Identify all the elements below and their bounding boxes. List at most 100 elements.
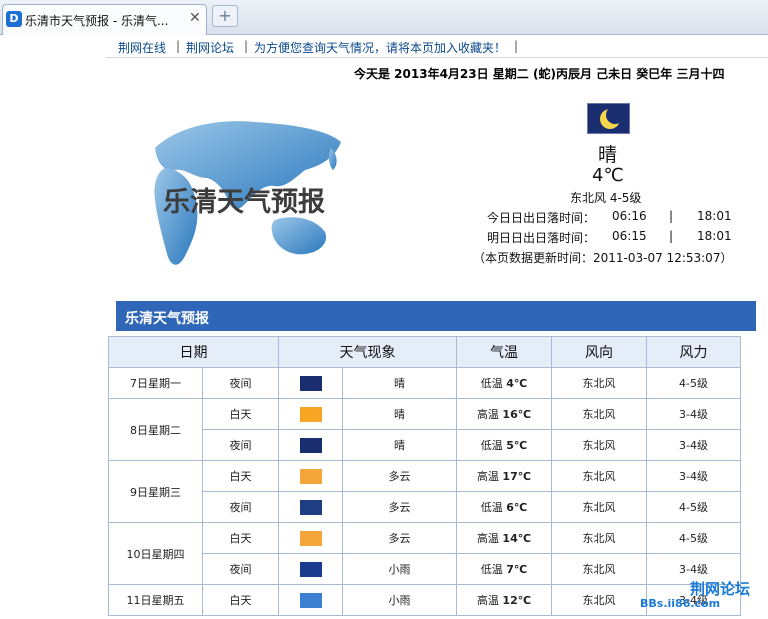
weather-cell: 多云 [342, 491, 457, 523]
temp-cell: 高温 14℃ [456, 522, 552, 554]
table-row: 9日星期三 白天 多云 高温 17℃ 东北风 3-4级 [108, 460, 741, 523]
wind-dir-cell: 东北风 [551, 398, 647, 430]
browser-tab-bar: D 乐清市天气预报 - 乐清气... ✕ + [0, 0, 768, 35]
rain-day-icon [299, 592, 322, 608]
link-separator: | [176, 39, 181, 53]
today-sun-label: 今日日出日落时间： [487, 211, 596, 225]
period-cell: 白天 [202, 584, 279, 616]
tomorrow-sun-label: 明日日出日落时间： [487, 231, 596, 245]
table-header-row: 日期 天气现象 气温 风向 风力 [108, 336, 741, 368]
map-title: 乐清天气预报 [163, 187, 325, 218]
temp-label: 低温 [480, 377, 503, 390]
link-forum[interactable]: 荆网论坛 [186, 39, 234, 56]
weather-icon-cell [278, 429, 343, 461]
weather-icon-cell [278, 367, 343, 399]
wind-force-cell: 4-5级 [646, 491, 741, 523]
date-line: 今天是 2013年4月23日 星期二 (蛇)丙辰月 己未日 癸巳年 三月十四 [354, 67, 725, 81]
section-title: 乐清天气预报 [125, 311, 209, 327]
temp-value: 14℃ [502, 532, 532, 545]
tomorrow-sunrise: 06:15 [612, 229, 647, 243]
weather-icon-cell [278, 398, 343, 430]
wind-force-cell: 3-4级 [646, 460, 741, 492]
today-sun-times: 今日日出日落时间： 06:16 | 18:01 [487, 209, 732, 226]
today-sunrise: 06:16 [612, 209, 647, 223]
header-wind-force: 风力 [646, 336, 741, 368]
watermark-brand: 荆网论坛 [690, 580, 751, 598]
forecast-section-header: 乐清天气预报 [116, 301, 756, 331]
today-sun-separator: | [669, 209, 674, 223]
link-separator: | [514, 39, 519, 53]
period-cell: 夜间 [202, 491, 279, 523]
weather-cell: 晴 [342, 367, 457, 399]
period-cell: 白天 [202, 460, 279, 492]
wind-dir-cell: 东北风 [551, 584, 647, 616]
wind-force-cell: 3-4级 [646, 398, 741, 430]
period-cell: 白天 [202, 398, 279, 430]
table-row: 8日星期二 白天 晴 高温 16℃ 东北风 3-4级 [108, 398, 741, 461]
table-row: 10日星期四 白天 多云 高温 14℃ 东北风 4-5级 [108, 522, 741, 585]
browser-tab[interactable]: D 乐清市天气预报 - 乐清气... ✕ [2, 4, 207, 35]
period-cell: 白天 [202, 522, 279, 554]
temp-value: 7℃ [506, 563, 528, 576]
wind-dir-cell: 东北风 [551, 460, 647, 492]
wind-force-cell: 4-5级 [646, 522, 741, 554]
tomorrow-sunset: 18:01 [697, 229, 732, 243]
header-wind-dir: 风向 [551, 336, 647, 368]
date-cell: 9日星期三 [108, 460, 203, 523]
site-favicon-icon: D [6, 11, 22, 27]
sun-icon [299, 406, 322, 422]
period-cell: 夜间 [202, 367, 279, 399]
temp-cell: 高温 12℃ [456, 584, 552, 616]
temp-label: 高温 [476, 594, 499, 607]
date-cell: 10日星期四 [108, 522, 203, 585]
new-tab-button[interactable]: + [212, 5, 238, 27]
bookmark-notice[interactable]: 为方便您查询天气情况，请将本页加入收藏夹！ [254, 39, 506, 56]
date-cell: 11日星期五 [108, 584, 203, 616]
today-sunset: 18:01 [697, 209, 732, 223]
watermark-url: BBs.ii86.com [640, 597, 721, 610]
temp-label: 低温 [480, 439, 503, 452]
period-cell: 夜间 [202, 429, 279, 461]
forecast-table: 日期 天气现象 气温 风向 风力 7日星期一 夜间 晴 低温 4℃ 东北风 4-… [108, 336, 741, 616]
header-temp: 气温 [456, 336, 552, 368]
partly-cloudy-day-icon [299, 530, 322, 546]
top-links-bar: 荆网在线 | 荆网论坛 | 为方便您查询天气情况，请将本页加入收藏夹！ | [106, 36, 768, 58]
tab-close-icon[interactable]: ✕ [189, 10, 201, 26]
weather-cell: 晴 [342, 429, 457, 461]
update-time: （本页数据更新时间：2011-03-07 12:53:07） [473, 251, 733, 265]
link-online[interactable]: 荆网在线 [118, 39, 166, 56]
temp-label: 低温 [480, 501, 503, 514]
wind-force-cell: 4-5级 [646, 367, 741, 399]
temp-cell: 低温 7℃ [456, 553, 552, 585]
tab-title: 乐清市天气预报 - 乐清气... [25, 14, 169, 28]
date-cell: 8日星期二 [108, 398, 203, 461]
wind-dir-cell: 东北风 [551, 429, 647, 461]
weather-icon-cell [278, 553, 343, 585]
temp-cell: 高温 16℃ [456, 398, 552, 430]
moon-icon [587, 103, 630, 134]
current-condition: 晴 [598, 144, 618, 166]
wind-dir-cell: 东北风 [551, 367, 647, 399]
temp-value: 17℃ [502, 470, 532, 483]
temp-cell: 低温 6℃ [456, 491, 552, 523]
temp-value: 4℃ [506, 377, 528, 390]
temp-cell: 高温 17℃ [456, 460, 552, 492]
table-row: 夜间 多云 低温 6℃ 东北风 4-5级 [109, 491, 741, 523]
moon-icon [299, 375, 322, 391]
temp-cell: 低温 4℃ [456, 367, 552, 399]
weather-cell: 小雨 [342, 553, 457, 585]
weather-cell: 多云 [342, 460, 457, 492]
weather-icon-cell [278, 584, 343, 616]
temp-label: 高温 [476, 470, 499, 483]
weather-icon-cell [278, 491, 343, 523]
partly-cloudy-night-icon [299, 499, 322, 515]
header-weather: 天气现象 [278, 336, 457, 368]
temp-label: 低温 [480, 563, 503, 576]
partly-cloudy-day-icon [299, 468, 322, 484]
temp-cell: 低温 5℃ [456, 429, 552, 461]
temp-value: 6℃ [506, 501, 528, 514]
table-row: 夜间 晴 低温 5℃ 东北风 3-4级 [109, 429, 741, 461]
weather-icon-cell [278, 460, 343, 492]
current-temperature: 4℃ [592, 165, 624, 186]
temp-value: 12℃ [502, 594, 532, 607]
